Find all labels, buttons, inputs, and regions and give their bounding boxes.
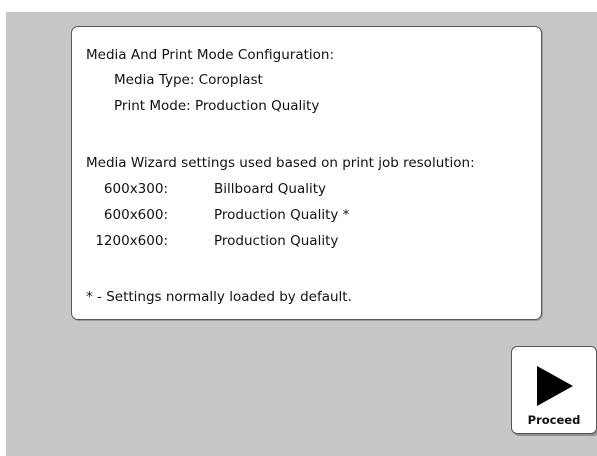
- resolution-label: 600x300:: [103, 181, 168, 197]
- print-mode-text: Print Mode: Production Quality: [114, 98, 320, 114]
- play-icon: [537, 366, 573, 406]
- wizard-heading: Media Wizard settings used based on prin…: [86, 155, 475, 171]
- default-footnote: * - Settings normally loaded by default.: [86, 289, 352, 305]
- resolution-label: 1200x600:: [95, 233, 168, 249]
- media-type-text: Media Type: Coroplast: [114, 72, 263, 88]
- resolution-quality: Production Quality: [214, 233, 339, 249]
- resolution-quality: Billboard Quality: [214, 181, 327, 197]
- resolution-quality: Production Quality *: [214, 207, 350, 223]
- proceed-button[interactable]: Proceed: [511, 346, 597, 434]
- resolution-label: 600x600:: [103, 207, 168, 223]
- configuration-panel: Media And Print Mode Configuration: Medi…: [71, 26, 542, 320]
- proceed-label: Proceed: [527, 413, 581, 427]
- screen-background: Media And Print Mode Configuration: Medi…: [6, 12, 597, 456]
- config-heading: Media And Print Mode Configuration:: [86, 47, 335, 63]
